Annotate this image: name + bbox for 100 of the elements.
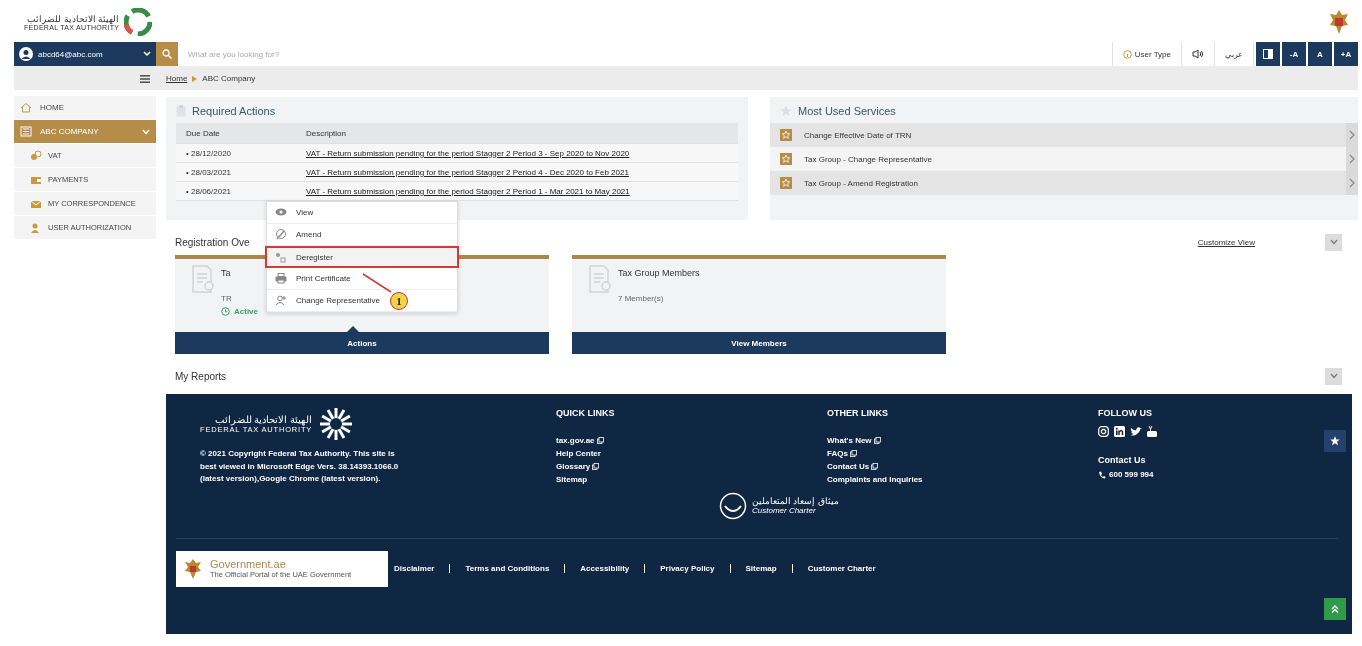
- status-label: Active: [234, 307, 258, 316]
- coins-icon: [30, 150, 42, 161]
- footer-link[interactable]: Complaints and Inquiries: [827, 475, 1098, 484]
- chevron-down-icon: [1329, 239, 1338, 245]
- card-button[interactable]: View Members: [572, 332, 946, 354]
- scroll-top-button[interactable]: [1324, 598, 1346, 620]
- favorite-button[interactable]: [1324, 430, 1346, 452]
- user-icon: [275, 295, 287, 306]
- footer-link[interactable]: Customer Charter: [791, 564, 891, 573]
- search-icon: [162, 49, 172, 59]
- social-media-icon[interactable]: [1147, 426, 1157, 437]
- menu-item[interactable]: Deregister: [265, 246, 459, 268]
- column-header: Description: [306, 128, 347, 138]
- user-type-button[interactable]: User Type: [1111, 42, 1182, 66]
- logo-arabic-text: الهيئة الاتحادية للضرائب: [27, 13, 120, 24]
- logo-icon: [318, 406, 355, 442]
- wallet-icon: [30, 174, 42, 185]
- footer-link[interactable]: Sitemap: [556, 475, 827, 484]
- section-title: Registration Ove: [175, 236, 250, 248]
- menu-item[interactable]: Print Certificate: [267, 268, 457, 290]
- card-title: Ta: [221, 268, 232, 278]
- user-email: abcd64@abc.com: [38, 49, 104, 59]
- action-link[interactable]: VAT - Return submission pending for the period Stagger 2 Period 3 - Sep 2020 to Nov 2020: [306, 148, 738, 158]
- external-link-icon: [592, 463, 600, 470]
- phone-number: 600 599 994: [1109, 470, 1154, 479]
- avatar-icon: [19, 47, 33, 61]
- service-row[interactable]: Tax Group - Amend Registration: [770, 171, 1358, 195]
- footer-heading: FOLLOW US: [1098, 408, 1153, 418]
- chevron-right-icon: [1349, 130, 1355, 140]
- collapse-button[interactable]: [1325, 233, 1342, 251]
- panel-title: Required Actions: [192, 105, 276, 117]
- external-link-icon: [849, 450, 857, 457]
- font-size-button[interactable]: +A: [1334, 42, 1358, 66]
- due-date-cell-text: • 28/03/2021: [186, 167, 233, 177]
- search-button[interactable]: [156, 42, 178, 66]
- customize-view-link[interactable]: Customize View: [1197, 237, 1255, 247]
- footer-link[interactable]: Terms and Conditions: [449, 564, 565, 573]
- footer-link[interactable]: What's New: [827, 436, 1098, 445]
- star-badge-icon: [780, 129, 792, 141]
- card-title: Tax Group Members: [618, 268, 700, 278]
- document-icon: [191, 265, 215, 293]
- chevron-down-icon: [143, 51, 151, 57]
- service-label: Tax Group - Change Representative: [804, 154, 934, 164]
- footer-link[interactable]: tax.gov.ae: [556, 436, 827, 445]
- footer-heading: Contact Us: [1098, 455, 1147, 465]
- star-badge-icon: [780, 177, 792, 189]
- eye-icon: [275, 207, 287, 218]
- chevron-right-icon: [1349, 154, 1355, 164]
- social-media-icon[interactable]: [1130, 426, 1142, 437]
- double-chevron-up-icon: [1331, 605, 1339, 613]
- chevron-right-icon: [1349, 178, 1355, 188]
- sidebar-item[interactable]: HOME: [14, 96, 156, 120]
- external-link-icon: [871, 463, 879, 470]
- footer-link[interactable]: Glossary: [556, 462, 827, 471]
- external-link-icon: [596, 437, 604, 444]
- chevron-down-icon: [1329, 373, 1338, 379]
- font-size-button[interactable]: -A: [1282, 42, 1306, 66]
- social-media-icon[interactable]: [1098, 426, 1109, 437]
- info-icon: [1122, 49, 1132, 59]
- speaker-icon[interactable]: [1192, 49, 1204, 59]
- due-date-cell-text: • 28/06/2021: [186, 186, 233, 196]
- breadcrumb-link[interactable]: Home: [166, 74, 188, 83]
- due-date-cell-text: • 28/12/2020: [186, 148, 233, 158]
- check-circle-icon: [221, 307, 230, 316]
- contrast-button[interactable]: [1256, 42, 1280, 66]
- social-media-icon[interactable]: [1114, 426, 1125, 437]
- footer-link[interactable]: FAQs: [827, 449, 1098, 458]
- star-icon: [1330, 436, 1340, 446]
- printer-icon: [275, 273, 287, 284]
- gov-title: Government.ae: [210, 558, 287, 570]
- footer-link[interactable]: Sitemap: [729, 564, 792, 573]
- user-icon: [30, 222, 42, 233]
- action-link[interactable]: VAT - Return submission pending for the period Stagger 2 Period 4 - Dec 2020 to Feb 2021: [306, 167, 738, 177]
- user-type-label: User Type: [1134, 49, 1171, 59]
- deregister-icon: [275, 251, 287, 263]
- footer-link[interactable]: Help Center: [556, 449, 827, 458]
- menu-icon[interactable]: [140, 74, 150, 83]
- building-icon: [20, 126, 32, 137]
- user-menu[interactable]: abcd64@abc.com: [14, 42, 156, 66]
- copyright-text: © 2021 Copyright Federal Tax Authority. This site is best viewed in Microsoft Edge Vers. 38.14393.1066.0 (latest version),Google Chrome (latest version).: [200, 448, 400, 485]
- clipboard-icon: [176, 105, 186, 117]
- language-link[interactable]: عربي: [1215, 42, 1254, 66]
- contrast-icon: [1263, 49, 1273, 59]
- menu-item[interactable]: View: [267, 202, 457, 224]
- service-label: Change Effective Date of TRN: [804, 130, 913, 140]
- font-size-button[interactable]: A: [1308, 42, 1332, 66]
- external-link-icon: [873, 437, 881, 444]
- collapse-button[interactable]: [1325, 367, 1342, 385]
- footer-link[interactable]: Privacy Policy: [644, 564, 730, 573]
- card-detail: TR: [221, 294, 233, 303]
- footer-link[interactable]: Disclaimer: [394, 564, 450, 573]
- emblem-icon: [184, 557, 202, 580]
- service-label: Tax Group - Amend Registration: [804, 178, 919, 188]
- star-badge-icon: [780, 153, 792, 165]
- footer-heading: QUICK LINKS: [556, 408, 616, 418]
- section-title: My Reports: [175, 370, 227, 382]
- action-link[interactable]: VAT - Return submission pending for the period Stagger 2 Period 1 - Mar 2021 to May 2021: [306, 186, 738, 196]
- service-row[interactable]: Change Effective Date of TRN: [770, 123, 1358, 147]
- footer-link[interactable]: Contact Us: [827, 462, 1098, 471]
- footer-link[interactable]: Accessibility: [564, 564, 645, 573]
